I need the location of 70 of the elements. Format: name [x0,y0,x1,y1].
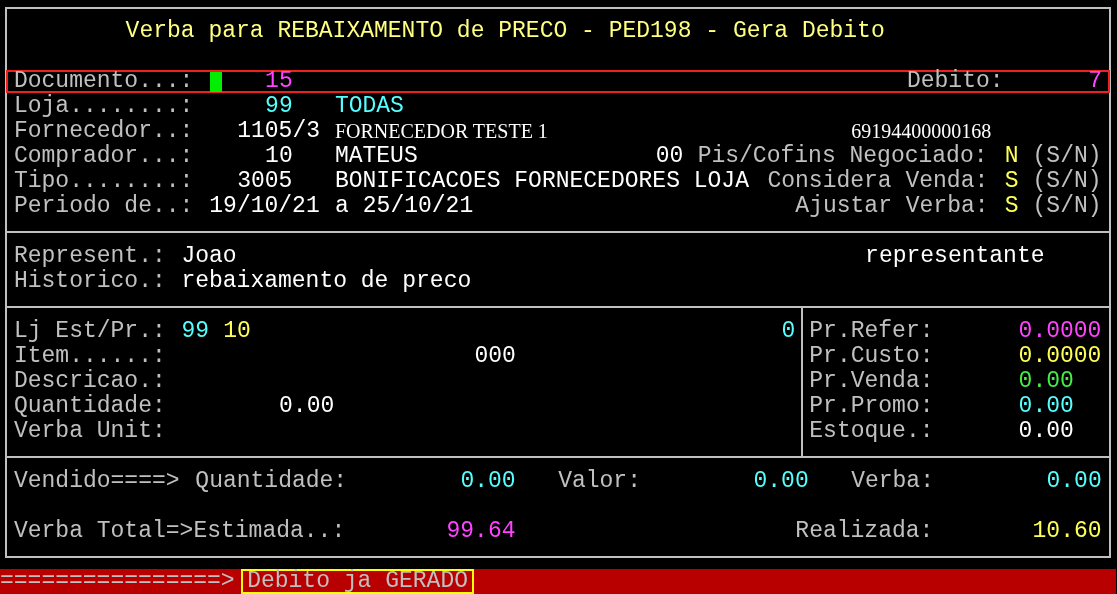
field-value: 1105/3 [237,119,321,144]
field-value: 0.00 [1046,469,1103,494]
field-label: Valor: [558,469,642,494]
field-value: 0.0000 [1018,344,1103,369]
field-value: representante [865,244,1046,269]
status-message: Debito ja GERADO [241,569,474,594]
field-value: 0 [781,319,796,344]
field-label: Documento...: [13,69,195,94]
field-value: 000 [474,344,517,369]
field-value: 69194400000168 [851,119,993,144]
field-value: 0.0000 [1018,319,1103,344]
field-label: Pr.Venda: [809,369,935,394]
field-value: 19/10/21 [209,194,321,219]
field-value: BONIFICACOES FORNECEDORES LOJA [334,169,750,194]
field-label: Periodo de..: [13,194,195,219]
field-hint: (S/N) [1032,144,1103,169]
field-label: Vendido====> [13,469,181,494]
field-label: Verba: [851,469,935,494]
field-label: Comprador...: [13,144,195,169]
field-hint: (S/N) [1032,169,1103,194]
field-value: 0.00 [460,469,517,494]
field-value: 0.00 [753,469,810,494]
field-label: Pr.Custo: [809,344,935,369]
field-value: 15 [265,69,293,94]
field-value: 99 [265,94,293,119]
field-label: Loja........: [13,94,195,119]
field-value: 3005 [237,169,293,194]
field-value: 10 [223,319,252,344]
field-value: 99.64 [446,519,517,544]
field-value: 10 [265,144,293,169]
field-label: Item......: [13,344,167,369]
field-hint: (S/N) [1032,194,1103,219]
field-value: 0.00 [1018,419,1075,444]
field-value: MATEUS [334,144,419,169]
field-label: Historico.: [13,269,167,294]
field-value: Joao [181,244,238,269]
field-label: Descricao.: [13,369,167,394]
field-value: 7 [1088,69,1103,94]
field-label: Pis/Cofins Negociado: [697,144,989,169]
field-label: Debito: [906,69,1005,94]
field-value: 10.60 [1032,519,1103,544]
field-label: Represent.: [13,244,167,269]
field-label: Ajustar Verba: [795,194,990,219]
field-value: S [1004,169,1019,194]
field-value: 0.00 [1018,369,1075,394]
field-label: Quantidade: [13,394,167,419]
field-value: 0.00 [1018,394,1075,419]
field-value: S [1004,194,1019,219]
field-label: Estoque.: [809,419,935,444]
field-label: Tipo........: [13,169,195,194]
field-label: Considera Venda: [767,169,990,194]
field-label: Lj Est/Pr.: [13,319,167,344]
field-value: N [1004,144,1019,169]
field-label: Pr.Refer: [809,319,935,344]
field-label: Verba Total=>Estimada..: [13,519,347,544]
status-arrow: ================> [0,569,236,594]
field-value: 0.00 [279,394,335,419]
screen-title: Verba para REBAIXAMENTO de PRECO - PED198 - Gera Debito [125,19,886,44]
field-value: 99 [181,319,210,344]
field-label: Quantidade: [195,469,349,494]
field-label: Realizada: [795,519,935,544]
field-value: rebaixamento de preco [181,269,473,294]
field-value: TODAS [334,94,405,119]
field-label: Pr.Promo: [809,394,935,419]
field-label: Fornecedor..: [13,119,195,144]
field-value: FORNECEDOR TESTE 1 [334,119,549,144]
field-value: 00 [655,144,684,169]
field-label: Verba Unit: [13,419,167,444]
field-value: 25/10/21 [362,194,475,219]
field-value: a [334,194,349,219]
